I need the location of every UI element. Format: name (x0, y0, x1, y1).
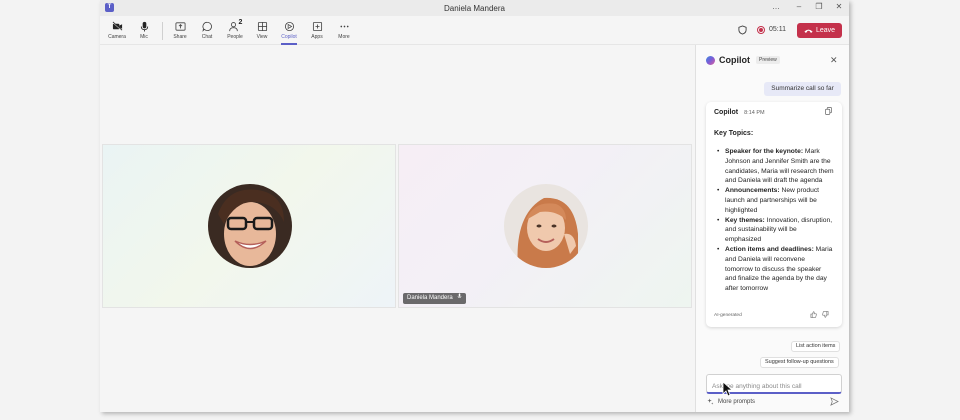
share-icon (167, 19, 193, 33)
share-button[interactable]: Share (167, 19, 193, 43)
list-item: Key themes: Innovation, disruption, and … (714, 216, 834, 245)
phone-hangup-icon (804, 29, 813, 33)
restore-icon[interactable]: ❐ (813, 2, 825, 11)
shield-icon[interactable] (738, 25, 747, 37)
participant-tile-daniela[interactable]: Daniela Mandera (398, 144, 692, 308)
apps-icon (304, 19, 330, 33)
participant-name-tag: Daniela Mandera (403, 293, 467, 304)
response-time: 8:14 PM (744, 110, 765, 116)
mic-button[interactable]: Mic (131, 19, 157, 43)
apps-label: Apps (311, 34, 323, 40)
copilot-title: Copilot (719, 55, 750, 65)
key-topics-list: Speaker for the keynote: Mark Johnson an… (714, 147, 834, 294)
mic-icon (131, 19, 157, 33)
more-button[interactable]: More (331, 19, 357, 43)
thumbs-up-icon[interactable] (810, 311, 817, 320)
participant-tile[interactable] (102, 144, 396, 308)
list-item: Announcements: New product launch and pa… (714, 186, 834, 215)
meeting-timer: 05:11 (769, 26, 786, 33)
leave-label: Leave (815, 27, 836, 34)
mic-muted-icon (457, 293, 462, 301)
copilot-button[interactable]: Copilot (276, 19, 302, 45)
video-stage: Daniela Mandera (100, 45, 695, 412)
more-icon (331, 19, 357, 33)
chat-icon (194, 19, 220, 33)
people-icon: 2 (221, 19, 249, 33)
minimize-icon[interactable]: – (793, 2, 805, 11)
list-item: Speaker for the keynote: Mark Johnson an… (714, 147, 834, 186)
response-author: Copilot (714, 109, 739, 116)
more-prompts-button[interactable]: More prompts (707, 398, 755, 405)
participant-name: Daniela Mandera (407, 295, 453, 301)
ai-generated-label: AI-generated (714, 313, 742, 318)
chat-button[interactable]: Chat (194, 19, 220, 43)
close-window-icon[interactable]: ✕ (833, 2, 845, 11)
user-prompt-bubble: Summarize call so far (764, 82, 841, 96)
list-item: Action items and deadlines: Maria and Da… (714, 245, 834, 294)
view-label: View (256, 34, 268, 40)
copilot-icon (276, 19, 302, 33)
camera-label: Camera (108, 34, 126, 40)
recording-icon (757, 26, 765, 34)
camera-icon (104, 19, 130, 33)
copy-icon[interactable] (825, 107, 832, 117)
close-icon[interactable]: ✕ (830, 55, 838, 66)
people-button[interactable]: 2 People (221, 19, 249, 43)
suggest-follow-up-chip[interactable]: Suggest follow-up questions (760, 357, 839, 368)
mic-label: Mic (140, 34, 148, 40)
apps-button[interactable]: Apps (304, 19, 330, 43)
mouse-cursor-icon (722, 381, 734, 397)
woman-glasses-avatar (208, 184, 292, 268)
preview-badge: Preview (756, 56, 780, 64)
send-icon[interactable] (830, 397, 839, 408)
copilot-panel: Copilot Preview ✕ Summarize call so far … (695, 45, 849, 412)
teams-meeting-window: T Daniela Mandera … – ❐ ✕ Camera Mic Sha… (100, 0, 849, 412)
window-title: Daniela Mandera (444, 4, 505, 13)
copilot-label: Copilot (281, 34, 297, 40)
view-icon (249, 19, 275, 33)
thumbs-down-icon[interactable] (822, 311, 829, 320)
people-count: 2 (238, 19, 243, 26)
sparkle-icon (707, 398, 714, 405)
more-label: More (338, 34, 350, 40)
leave-button[interactable]: Leave (797, 23, 842, 38)
title-bar: T Daniela Mandera … – ❐ ✕ (100, 0, 849, 16)
window-more-icon[interactable]: … (770, 2, 782, 11)
copilot-logo-icon (706, 55, 715, 65)
woman-red-hair-avatar (504, 184, 588, 268)
response-header: Copilot 8:14 PM (714, 109, 834, 116)
toolbar-divider (162, 22, 163, 40)
camera-button[interactable]: Camera (104, 19, 130, 43)
people-label: People (227, 34, 243, 40)
more-prompts-label: More prompts (718, 398, 756, 405)
response-heading: Key Topics: (714, 130, 754, 137)
view-button[interactable]: View (249, 19, 275, 43)
meeting-toolbar: Camera Mic Share Chat 2 People View Copi… (100, 16, 849, 45)
chat-label: Chat (201, 34, 213, 40)
share-label: Share (173, 34, 187, 40)
copilot-response-card: Copilot 8:14 PM Key Topics: Speaker for … (706, 102, 842, 327)
list-action-items-chip[interactable]: List action items (791, 341, 841, 352)
copilot-header: Copilot Preview (706, 55, 780, 65)
